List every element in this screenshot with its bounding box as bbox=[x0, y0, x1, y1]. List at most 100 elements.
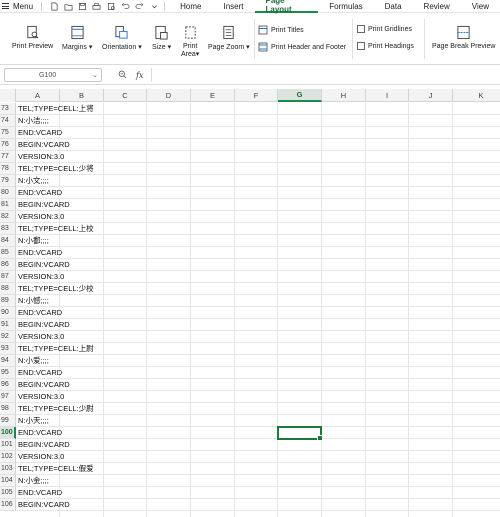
column-header-f[interactable]: F bbox=[235, 89, 278, 102]
cell-a100[interactable]: END:VCARD bbox=[18, 427, 62, 439]
column-header-c[interactable]: C bbox=[104, 89, 147, 102]
open-folder-icon[interactable] bbox=[62, 0, 74, 13]
row-header-87[interactable]: 87 bbox=[0, 271, 16, 283]
column-header-e[interactable]: E bbox=[191, 89, 235, 102]
cell-a96[interactable]: BEGIN:VCARD bbox=[18, 379, 70, 391]
row-header-83[interactable]: 83 bbox=[0, 223, 16, 235]
print-gridlines-checkbox[interactable]: Print Gridlines bbox=[357, 25, 412, 33]
page-break-preview-button[interactable]: Page Break Preview bbox=[432, 25, 495, 50]
row-header-105[interactable]: 105 bbox=[0, 487, 16, 499]
column-header-i[interactable]: I bbox=[366, 89, 409, 102]
formula-input[interactable] bbox=[156, 68, 500, 82]
cell-a78[interactable]: TEL;TYPE=CELL:少将 bbox=[18, 163, 94, 175]
tab-formulas[interactable]: Formulas bbox=[318, 0, 373, 13]
select-all-corner[interactable] bbox=[0, 89, 16, 102]
cell-a73[interactable]: TEL;TYPE=CELL:上将 bbox=[18, 103, 94, 115]
row-header-95[interactable]: 95 bbox=[0, 367, 16, 379]
print-icon[interactable] bbox=[91, 0, 103, 13]
cell-a85[interactable]: END:VCARD bbox=[18, 247, 62, 259]
row-header-79[interactable]: 79 bbox=[0, 175, 16, 187]
cell-a74[interactable]: N:小洁;;;; bbox=[18, 115, 49, 127]
row-header-102[interactable]: 102 bbox=[0, 451, 16, 463]
row-header-75[interactable]: 75 bbox=[0, 127, 16, 139]
row-header-93[interactable]: 93 bbox=[0, 343, 16, 355]
cell-a76[interactable]: BEGIN:VCARD bbox=[18, 139, 70, 151]
row-header-89[interactable]: 89 bbox=[0, 295, 16, 307]
print-area-button[interactable]: Print Area▾ bbox=[181, 25, 199, 58]
column-header-b[interactable]: B bbox=[60, 89, 104, 102]
zoom-search-icon[interactable] bbox=[118, 70, 127, 81]
cell-a103[interactable]: TEL;TYPE=CELL:假爱 bbox=[18, 463, 94, 475]
size-button[interactable]: Size ▾ bbox=[152, 25, 171, 51]
row-header-82[interactable]: 82 bbox=[0, 211, 16, 223]
row-header-91[interactable]: 91 bbox=[0, 319, 16, 331]
cell-a94[interactable]: N:小爱;;;; bbox=[18, 355, 49, 367]
column-header-d[interactable]: D bbox=[147, 89, 191, 102]
print-preview-button[interactable]: Print Preview bbox=[12, 25, 53, 50]
row-header-77[interactable]: 77 bbox=[0, 151, 16, 163]
column-header-j[interactable]: J bbox=[409, 89, 453, 102]
cell-a97[interactable]: VERSION:3.0 bbox=[18, 391, 64, 403]
cell-a77[interactable]: VERSION:3.0 bbox=[18, 151, 64, 163]
print-headings-checkbox[interactable]: Print Headings bbox=[357, 42, 414, 50]
customize-chevron-down-icon[interactable] bbox=[148, 0, 160, 13]
row-header-76[interactable]: 76 bbox=[0, 139, 16, 151]
row-header-103[interactable]: 103 bbox=[0, 463, 16, 475]
selected-cell-g100[interactable] bbox=[277, 426, 323, 441]
tab-view[interactable]: View bbox=[461, 0, 500, 13]
row-header-85[interactable]: 85 bbox=[0, 247, 16, 259]
redo-icon[interactable] bbox=[134, 0, 146, 13]
row-header-99[interactable]: 99 bbox=[0, 415, 16, 427]
cell-a105[interactable]: END:VCARD bbox=[18, 487, 62, 499]
row-header-104[interactable]: 104 bbox=[0, 475, 16, 487]
cell-a75[interactable]: END:VCARD bbox=[18, 127, 62, 139]
main-menu-button[interactable]: Menu bbox=[0, 0, 37, 13]
row-header-90[interactable]: 90 bbox=[0, 307, 16, 319]
cell-a82[interactable]: VERSION:3.0 bbox=[18, 211, 64, 223]
row-header-106[interactable]: 106 bbox=[0, 499, 16, 511]
row-header-88[interactable]: 88 bbox=[0, 283, 16, 295]
cell-a95[interactable]: END:VCARD bbox=[18, 367, 62, 379]
row-header-74[interactable]: 74 bbox=[0, 115, 16, 127]
cell-a101[interactable]: BEGIN:VCARD bbox=[18, 439, 70, 451]
page-zoom-button[interactable]: Page Zoom ▾ bbox=[208, 25, 250, 51]
row-header-73[interactable]: 73 bbox=[0, 103, 16, 115]
print-headings-check-box[interactable] bbox=[357, 42, 365, 50]
name-box-chevron-down-icon[interactable]: ⌄ bbox=[92, 71, 98, 79]
cell-a79[interactable]: N:小文;;;; bbox=[18, 175, 49, 187]
cell-a98[interactable]: TEL;TYPE=CELL:少尉 bbox=[18, 403, 94, 415]
cell-a91[interactable]: BEGIN:VCARD bbox=[18, 319, 70, 331]
new-file-icon[interactable] bbox=[48, 0, 60, 13]
row-header-80[interactable]: 80 bbox=[0, 187, 16, 199]
cell-a104[interactable]: N:小金;;;; bbox=[18, 475, 49, 487]
cell-a80[interactable]: END:VCARD bbox=[18, 187, 62, 199]
cell-a83[interactable]: TEL;TYPE=CELL:上校 bbox=[18, 223, 94, 235]
row-header-96[interactable]: 96 bbox=[0, 379, 16, 391]
row-header-98[interactable]: 98 bbox=[0, 403, 16, 415]
tab-review[interactable]: Review bbox=[413, 0, 461, 13]
print-preview-icon[interactable] bbox=[105, 0, 117, 13]
cell-a86[interactable]: BEGIN:VCARD bbox=[18, 259, 70, 271]
row-header-100[interactable]: 100 bbox=[0, 427, 16, 439]
cell-a81[interactable]: BEGIN:VCARD bbox=[18, 199, 70, 211]
column-header-g[interactable]: G bbox=[278, 89, 322, 102]
cell-a102[interactable]: VERSION:3.0 bbox=[18, 451, 64, 463]
cell-a88[interactable]: TEL;TYPE=CELL:少校 bbox=[18, 283, 94, 295]
row-header-97[interactable]: 97 bbox=[0, 391, 16, 403]
row-header-78[interactable]: 78 bbox=[0, 163, 16, 175]
save-icon[interactable] bbox=[76, 0, 88, 13]
tab-home[interactable]: Home bbox=[169, 0, 212, 13]
tab-page-layout[interactable]: Page Layout bbox=[254, 0, 319, 14]
cell-a87[interactable]: VERSION:3.0 bbox=[18, 271, 64, 283]
cell-a84[interactable]: N:小鄱;;;; bbox=[18, 235, 49, 247]
cell-a90[interactable]: END:VCARD bbox=[18, 307, 62, 319]
print-titles-button[interactable]: Print Titles bbox=[258, 25, 304, 35]
cell-a89[interactable]: N:小憾;;;; bbox=[18, 295, 49, 307]
print-gridlines-check-box[interactable] bbox=[357, 25, 365, 33]
name-box[interactable]: G100 ⌄ bbox=[4, 68, 102, 82]
print-header-footer-button[interactable]: Print Header and Footer bbox=[258, 42, 346, 52]
margins-button[interactable]: Margins ▾ bbox=[62, 25, 92, 51]
spreadsheet-grid[interactable]: A B C D E F G H I J K 73 TEL;TYPE=CELL:上将 74 N:小洁;;;; 7… bbox=[0, 89, 500, 517]
insert-function-icon[interactable]: fx bbox=[136, 71, 143, 80]
row-header-81[interactable]: 81 bbox=[0, 199, 16, 211]
